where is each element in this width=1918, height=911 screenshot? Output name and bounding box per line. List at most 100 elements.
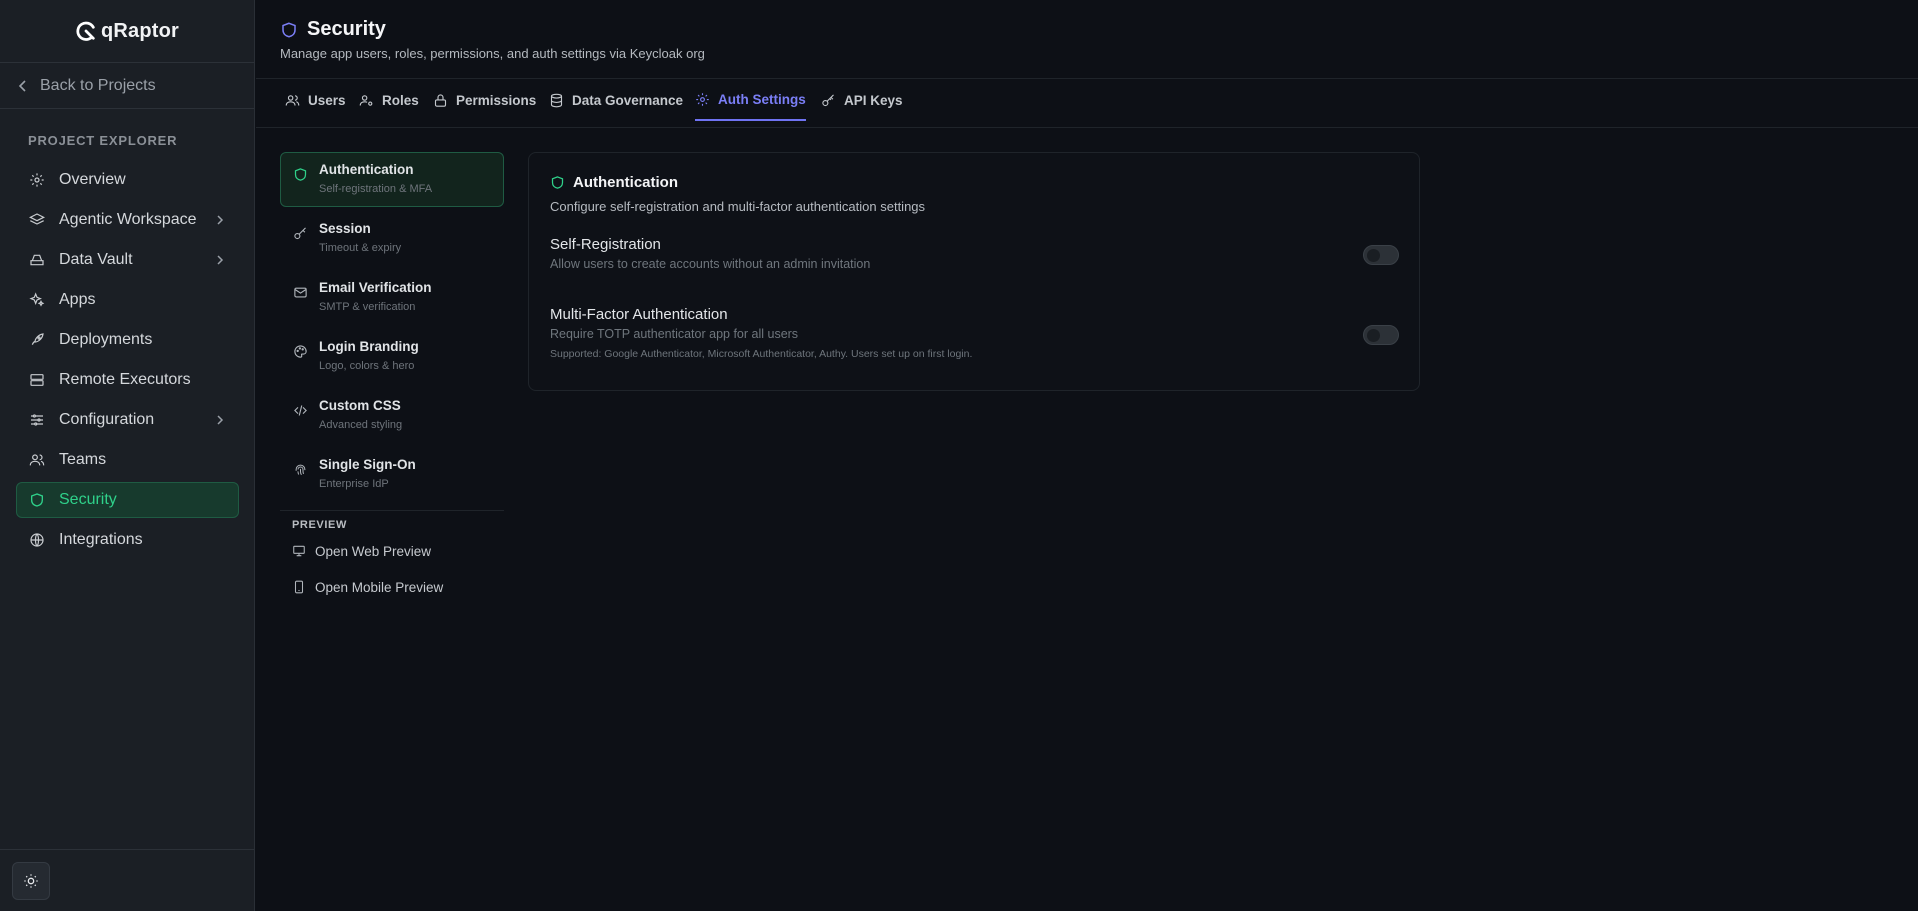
project-explorer-heading: PROJECT EXPLORER xyxy=(28,133,178,148)
toggle-knob xyxy=(1367,249,1380,262)
toggle-knob xyxy=(1367,329,1380,342)
subnav-desc: Enterprise IdP xyxy=(319,478,389,490)
card-header: Authentication xyxy=(550,174,678,191)
lock-icon xyxy=(433,93,448,108)
sidebar-item-security[interactable]: Security xyxy=(16,482,239,518)
subnav-desc: SMTP & verification xyxy=(319,301,416,313)
user-cog-icon xyxy=(359,93,374,108)
mfa-supported-note: Supported: Google Authenticator, Microso… xyxy=(550,348,973,360)
subnav-item-single-sign-on[interactable]: Single Sign-On Enterprise IdP xyxy=(280,447,504,502)
drive-icon xyxy=(29,252,45,268)
sidebar-item-configuration[interactable]: Configuration xyxy=(16,402,239,438)
tab-label: Users xyxy=(308,93,346,108)
preview-heading: PREVIEW xyxy=(292,519,347,531)
tab-api-keys[interactable]: API Keys xyxy=(821,80,903,121)
subnav-item-email-verification[interactable]: Email Verification SMTP & verification xyxy=(280,270,504,325)
sidebar-item-label: Overview xyxy=(59,171,126,188)
sidebar-item-label: Teams xyxy=(59,451,107,468)
sidebar-item-integrations[interactable]: Integrations xyxy=(16,522,239,558)
code-icon xyxy=(293,403,308,418)
subnav-desc: Advanced styling xyxy=(319,419,403,431)
globe-icon xyxy=(29,532,45,548)
page-subtitle: Manage app users, roles, permissions, an… xyxy=(280,46,705,61)
card-description: Configure self-registration and multi-fa… xyxy=(550,199,926,214)
subnav-desc: Timeout & expiry xyxy=(319,242,402,254)
sidebar: qRaptor Back to Projects PROJECT EXPLORE… xyxy=(0,0,255,911)
tab-label: Permissions xyxy=(456,93,537,108)
sidebar-item-label: Configuration xyxy=(59,411,155,428)
open-web-preview-link[interactable]: Open Web Preview xyxy=(280,533,504,569)
sidebar-item-remote-executors[interactable]: Remote Executors xyxy=(16,362,239,398)
open-mobile-preview-link[interactable]: Open Mobile Preview xyxy=(280,569,504,605)
authentication-card: Authentication Configure self-registrati… xyxy=(528,152,1420,391)
shield-icon xyxy=(29,492,45,508)
tab-roles[interactable]: Roles xyxy=(359,80,419,121)
chevron-left-icon xyxy=(18,79,28,93)
gear-icon xyxy=(695,92,710,107)
sidebar-item-label: Agentic Workspace xyxy=(59,211,197,228)
subnav-label: Custom CSS xyxy=(319,398,401,413)
rocket-icon xyxy=(29,332,45,348)
raptor-logo-icon xyxy=(75,20,97,42)
key-icon xyxy=(293,226,308,241)
sidebar-item-label: Security xyxy=(59,491,117,508)
tab-auth-settings[interactable]: Auth Settings xyxy=(695,80,806,121)
title-row: Security xyxy=(280,18,386,41)
fingerprint-icon xyxy=(293,462,308,477)
database-icon xyxy=(549,93,564,108)
subnav-label: Login Branding xyxy=(319,339,419,354)
self-registration-toggle[interactable] xyxy=(1363,245,1399,265)
sidebar-nav: Overview Agentic Workspace Data Vault Ap… xyxy=(16,162,239,562)
theme-toggle-button[interactable] xyxy=(12,862,50,900)
users-icon xyxy=(285,93,300,108)
tab-permissions[interactable]: Permissions xyxy=(433,80,536,121)
sidebar-item-apps[interactable]: Apps xyxy=(16,282,239,318)
subnav-label: Session xyxy=(319,221,371,236)
palette-icon xyxy=(293,344,308,359)
page-header: Security Manage app users, roles, permis… xyxy=(256,0,1918,79)
divider xyxy=(280,510,504,511)
sidebar-item-overview[interactable]: Overview xyxy=(16,162,239,198)
sidebar-item-label: Data Vault xyxy=(59,251,133,268)
sidebar-item-label: Deployments xyxy=(59,331,153,348)
server-icon xyxy=(29,372,45,388)
tab-label: Roles xyxy=(382,93,419,108)
auth-settings-subnav: Authentication Self-registration & MFA S… xyxy=(280,152,504,605)
preview-label: Open Web Preview xyxy=(315,543,432,559)
mfa-title: Multi-Factor Authentication xyxy=(550,306,728,323)
subnav-desc: Self-registration & MFA xyxy=(319,183,433,195)
self-registration-description: Allow users to create accounts without a… xyxy=(550,257,871,271)
sidebar-item-data-vault[interactable]: Data Vault xyxy=(16,242,239,278)
users-icon xyxy=(29,452,45,468)
sidebar-item-label: Integrations xyxy=(59,531,143,548)
page-title: Security xyxy=(307,18,386,40)
subnav-item-authentication[interactable]: Authentication Self-registration & MFA xyxy=(280,152,504,207)
sidebar-item-deployments[interactable]: Deployments xyxy=(16,322,239,358)
back-to-projects-link[interactable]: Back to Projects xyxy=(0,64,254,109)
shield-icon xyxy=(293,167,308,182)
subnav-label: Authentication xyxy=(319,162,414,177)
tab-users[interactable]: Users xyxy=(285,80,346,121)
sidebar-item-teams[interactable]: Teams xyxy=(16,442,239,478)
chevron-right-icon xyxy=(216,414,224,426)
chevron-right-icon xyxy=(216,214,224,226)
tab-data-governance[interactable]: Data Governance xyxy=(549,80,683,121)
sun-icon xyxy=(23,873,39,889)
brand-logo[interactable]: qRaptor xyxy=(0,0,254,63)
tab-label: Auth Settings xyxy=(718,92,806,107)
subnav-desc: Logo, colors & hero xyxy=(319,360,415,372)
preview-label: Open Mobile Preview xyxy=(315,579,444,595)
subnav-item-session[interactable]: Session Timeout & expiry xyxy=(280,211,504,266)
subnav-item-custom-css[interactable]: Custom CSS Advanced styling xyxy=(280,388,504,443)
mail-icon xyxy=(293,285,308,300)
sidebar-footer xyxy=(0,849,254,911)
brand-name: qRaptor xyxy=(100,19,180,42)
chevron-right-icon xyxy=(216,254,224,266)
sidebar-item-agentic-workspace[interactable]: Agentic Workspace xyxy=(16,202,239,238)
layers-icon xyxy=(29,212,45,228)
subnav-item-login-branding[interactable]: Login Branding Logo, colors & hero xyxy=(280,329,504,384)
tab-label: Data Governance xyxy=(572,93,684,108)
mfa-toggle[interactable] xyxy=(1363,325,1399,345)
back-label: Back to Projects xyxy=(40,77,156,94)
sidebar-item-label: Apps xyxy=(59,291,96,308)
